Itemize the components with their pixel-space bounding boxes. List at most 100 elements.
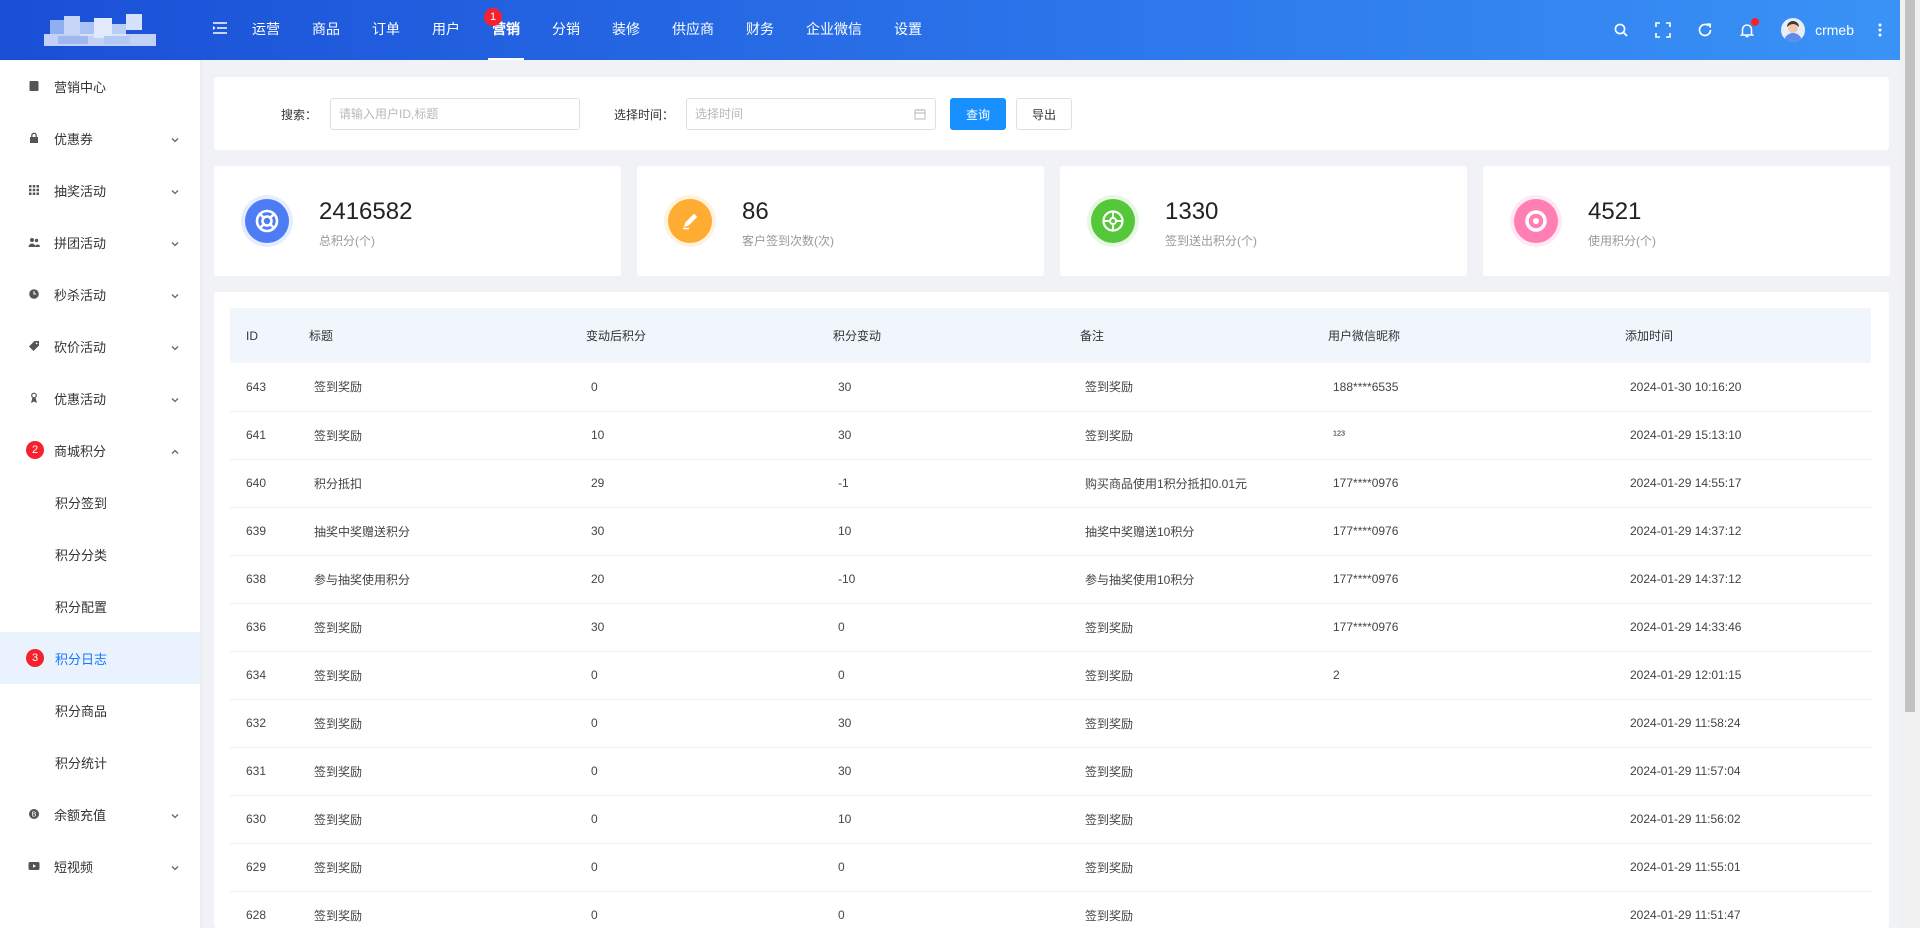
step-badge: 2 [26, 441, 44, 459]
top-nav-item[interactable]: 装修 [596, 0, 656, 60]
grid-icon [28, 184, 40, 196]
top-nav-item[interactable]: 企业微信 [790, 0, 878, 60]
top-nav-item[interactable]: 财务 [730, 0, 790, 60]
column-header[interactable]: 备注 [1064, 308, 1312, 363]
sidebar-item-label: 余额充值 [54, 807, 107, 823]
points-log-panel: ID 标题 变动后积分 积分变动 备注 用户微信昵称 添加时间 643 签到奖励 0… [214, 292, 1889, 928]
avatar[interactable] [1781, 18, 1806, 42]
cell-change: 0 [838, 620, 845, 634]
column-header[interactable]: 添加时间 [1609, 308, 1871, 363]
sidebar-subitem-points-category[interactable]: 积分分类 [0, 528, 200, 580]
cell-id: 628 [246, 908, 267, 922]
page-scrollbar[interactable] [1900, 0, 1920, 928]
stat-value: 86 [742, 198, 769, 225]
sidebar-item-label: 优惠券 [54, 131, 94, 147]
cell-title: 积分抵扣 [314, 476, 363, 491]
column-header[interactable]: 标题 [293, 308, 570, 363]
sidebar-item-mall-points[interactable]: 2 商城积分 [0, 424, 200, 476]
scrollbar-thumb[interactable] [1905, 0, 1915, 712]
sidebar-item-promotion[interactable]: 优惠活动 [0, 372, 200, 424]
cell-title: 签到奖励 [314, 812, 363, 827]
cell-id: 640 [246, 476, 267, 490]
calendar-icon[interactable] [914, 108, 926, 120]
sidebar-subitem-points-log[interactable]: 3 积分日志 [0, 632, 200, 684]
donut-icon [1525, 210, 1547, 232]
sidebar-item-flash-sale[interactable]: 秒杀活动 [0, 268, 200, 320]
chevron-down-icon [170, 237, 180, 247]
cell-balance: 0 [591, 764, 598, 778]
table-row: 629 签到奖励 0 0 签到奖励 2024-01-29 11:55:01 [230, 843, 1871, 891]
date-range-input[interactable] [686, 98, 936, 130]
cell-balance: 30 [591, 620, 605, 634]
cell-remark: 签到奖励 [1085, 428, 1134, 443]
top-nav-item[interactable]: 设置 [878, 0, 938, 60]
step-badge: 1 [484, 8, 502, 26]
search-icon[interactable] [1613, 22, 1629, 38]
lock-icon [28, 132, 40, 144]
cell-remark: 签到奖励 [1085, 620, 1134, 635]
cell-time: 2024-01-29 11:57:04 [1630, 764, 1741, 778]
cell-time: 2024-01-29 12:01:15 [1630, 668, 1742, 682]
stat-label: 签到送出积分(个) [1165, 234, 1257, 248]
sidebar-item-bargain[interactable]: 砍价活动 [0, 320, 200, 372]
column-header[interactable]: ID [230, 308, 293, 363]
sidebar-item-coupon[interactable]: 优惠券 [0, 112, 200, 164]
top-nav-item[interactable]: 商品 [296, 0, 356, 60]
sidebar-item-balance-recharge[interactable]: B 余额充值 [0, 788, 200, 840]
table-row: 628 签到奖励 0 0 签到奖励 2024-01-29 11:51:47 [230, 891, 1871, 928]
top-nav-item[interactable]: 运营 [236, 0, 296, 60]
menu-toggle-icon[interactable] [212, 20, 228, 36]
sidebar-item-label: 砍价活动 [54, 339, 107, 355]
cell-time: 2024-01-30 10:16:20 [1630, 379, 1742, 394]
logo[interactable] [44, 10, 156, 50]
coin-icon: B [28, 808, 40, 820]
cell-title: 签到奖励 [314, 908, 363, 923]
chevron-down-icon [170, 393, 180, 403]
cell-id: 638 [246, 572, 267, 586]
sidebar-subitem-points-checkin[interactable]: 积分签到 [0, 476, 200, 528]
sidebar-subitem-points-stats[interactable]: 积分统计 [0, 736, 200, 788]
fullscreen-icon[interactable] [1655, 22, 1671, 38]
cell-nickname: ¹²³ [1333, 428, 1345, 442]
search-input[interactable] [330, 98, 580, 130]
more-vertical-icon[interactable] [1878, 23, 1882, 37]
cell-balance: 20 [591, 572, 605, 586]
sidebar-item-lottery[interactable]: 抽奖活动 [0, 164, 200, 216]
cell-id: 634 [246, 668, 267, 682]
sidebar-item-label: 优惠活动 [54, 391, 107, 407]
top-nav-item[interactable]: 分销 [536, 0, 596, 60]
top-nav-item[interactable]: 订单 [356, 0, 416, 60]
cell-remark: 签到奖励 [1085, 812, 1134, 827]
sidebar-item-group-buy[interactable]: 拼团活动 [0, 216, 200, 268]
query-button[interactable]: 查询 [950, 98, 1006, 130]
column-header[interactable]: 变动后积分 [570, 308, 817, 363]
sidebar-subitem-points-products[interactable]: 积分商品 [0, 684, 200, 736]
column-header[interactable]: 用户微信昵称 [1312, 308, 1609, 363]
cell-change: 0 [838, 908, 845, 922]
sidebar-item-short-video[interactable]: 短视频 [0, 840, 200, 892]
cell-change: -1 [838, 476, 849, 490]
sidebar-subitem-points-config[interactable]: 积分配置 [0, 580, 200, 632]
cell-title: 签到奖励 [314, 620, 363, 635]
stat-label: 使用积分(个) [1588, 234, 1656, 248]
sidebar-item-label: 商城积分 [54, 443, 107, 459]
cell-time: 2024-01-29 14:33:46 [1630, 620, 1742, 634]
column-header[interactable]: 积分变动 [817, 308, 1064, 363]
top-nav-item-active[interactable]: 营销 1 [476, 0, 536, 60]
sidebar-item-label: 秒杀活动 [54, 287, 107, 303]
cell-remark: 购买商品使用1积分抵扣0.01元 [1085, 476, 1248, 491]
username[interactable]: crmeb [1815, 22, 1854, 38]
refresh-icon[interactable] [1697, 22, 1713, 38]
pencil-icon [683, 213, 698, 230]
cell-nickname: 2 [1333, 668, 1340, 682]
table-row: 639 抽奖中奖赠送积分 30 10 抽奖中奖赠送10积分 177****0976 2024… [230, 507, 1871, 555]
top-nav-item[interactable]: 用户 [416, 0, 476, 60]
cell-id: 641 [246, 428, 267, 442]
cell-nickname [1312, 843, 1609, 891]
sidebar-item-label: 抽奖活动 [54, 183, 107, 199]
export-button[interactable]: 导出 [1016, 98, 1072, 130]
sidebar-item-marketing-center[interactable]: 营销中心 [0, 60, 200, 112]
tag-icon [28, 340, 40, 352]
notification-bell-icon[interactable] [1739, 18, 1760, 38]
top-nav-item[interactable]: 供应商 [656, 0, 730, 60]
